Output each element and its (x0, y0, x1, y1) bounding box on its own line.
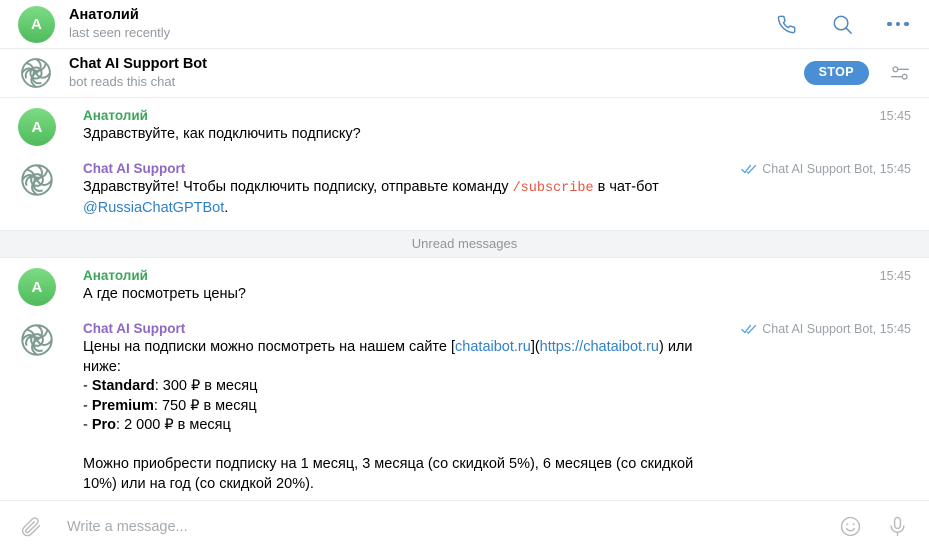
message-item[interactable]: A Анатолий А где посмотреть цены? 15:45 (0, 258, 929, 311)
smiley-icon[interactable] (839, 515, 862, 538)
microphone-icon[interactable] (886, 515, 909, 538)
stop-button[interactable]: STOP (803, 61, 869, 85)
composer-actions (839, 515, 909, 538)
chat-status: last seen recently (69, 25, 171, 40)
chat-title-block[interactable]: Анатолий last seen recently (69, 7, 170, 41)
header-actions (773, 11, 911, 37)
bot-title-block: Chat AI Support Bot bot reads this chat (69, 56, 207, 90)
read-receipt-icon (741, 323, 757, 335)
message-text: Здравствуйте, как подключить подписку? (83, 126, 361, 142)
tier-price: : 300 ₽ в месяц (154, 378, 258, 394)
bot-knot-logo-icon (18, 55, 54, 91)
avatar-letter: A (31, 278, 43, 296)
message-item[interactable]: Chat AI Support Цены на подписки можно п… (0, 311, 929, 499)
site-url-link[interactable]: https://chataibot.ru (540, 339, 659, 355)
read-receipt-icon (741, 163, 757, 175)
avatar-letter: A (30, 15, 43, 33)
more-dots (887, 21, 909, 27)
bot-knot-logo-icon (18, 321, 56, 359)
tier-price: : 750 ₽ в месяц (153, 397, 257, 414)
telegram-chat-window: A Анатолий last seen recently Chat AI Su… (0, 0, 929, 552)
site-link[interactable]: chataibot.ru (455, 339, 531, 355)
text-run: ]( (530, 339, 540, 355)
bot-status: bot reads this chat (69, 74, 176, 89)
message-composer (0, 500, 929, 552)
tier-name: Standard (91, 378, 155, 394)
text-run: - (83, 397, 92, 414)
paperclip-icon[interactable] (20, 515, 43, 538)
message-signature: Chat AI Support Bot, 15:45 (762, 162, 911, 176)
message-body: Анатолий А где посмотреть цены? (83, 267, 911, 306)
message-author[interactable]: Анатолий (83, 267, 731, 284)
search-icon[interactable] (829, 11, 855, 37)
avatar[interactable]: A (18, 5, 55, 43)
text-run: в чат-бот (593, 179, 663, 195)
avatar-letter: A (31, 118, 43, 136)
message-author[interactable]: Chat AI Support (83, 160, 731, 177)
tier-name: Pro (91, 417, 117, 433)
message-item[interactable]: Chat AI Support Здравствуйте! Чтобы подк… (0, 151, 929, 223)
message-time: 15:45 (879, 269, 911, 283)
message-body: Chat AI Support Цены на подписки можно п… (83, 320, 911, 494)
avatar[interactable]: A (18, 108, 56, 146)
message-item[interactable]: A Анатолий Здравствуйте, как подключить … (0, 98, 929, 151)
bot-info-bar: Chat AI Support Bot bot reads this chat … (0, 49, 929, 98)
message-text: А где посмотреть цены? (83, 286, 246, 302)
more-menu-icon[interactable] (885, 11, 911, 37)
page-title: Анатолий (69, 7, 139, 23)
phone-icon[interactable] (773, 11, 799, 37)
message-input[interactable] (65, 517, 839, 536)
tier-name: Premium (91, 397, 154, 414)
chat-header: A Анатолий last seen recently (0, 0, 929, 49)
message-meta: Chat AI Support Bot, 15:45 (741, 321, 911, 337)
text-run: Здравствуйте! Чтобы подключить подписку,… (83, 179, 513, 195)
unread-divider: Unread messages (0, 230, 929, 258)
sliders-icon[interactable] (889, 62, 911, 84)
message-meta: 15:45 (880, 268, 911, 284)
text-run: . (224, 199, 229, 216)
text-run: - (83, 417, 92, 433)
bot-name: Chat AI Support Bot (69, 56, 207, 72)
message-meta: 15:45 (880, 108, 911, 124)
message-list[interactable]: A Анатолий Здравствуйте, как подключить … (0, 98, 929, 500)
discount-note: Можно приобрести подписку на 1 месяц, 3 … (83, 456, 698, 492)
bot-knot-logo-icon (18, 161, 56, 199)
mention-link[interactable]: @RussiaChatGPTBot (83, 200, 224, 216)
message-signature: Chat AI Support Bot, 15:45 (762, 322, 911, 336)
avatar[interactable]: A (18, 268, 56, 306)
message-time: 15:45 (879, 109, 911, 123)
message-author[interactable]: Chat AI Support (83, 320, 731, 337)
text-run: Цены на подписки можно посмотреть на наш… (83, 339, 456, 355)
text-run: - (83, 378, 92, 394)
message-text: Здравствуйте! Чтобы подключить подписку,… (83, 178, 731, 218)
message-body: Анатолий Здравствуйте, как подключить по… (83, 107, 911, 146)
message-text: Цены на подписки можно посмотреть на наш… (83, 338, 731, 494)
tier-price: : 2 000 ₽ в месяц (116, 417, 231, 433)
message-author[interactable]: Анатолий (83, 107, 731, 124)
command-token: /subscribe (512, 181, 594, 196)
message-meta: Chat AI Support Bot, 15:45 (741, 161, 911, 177)
